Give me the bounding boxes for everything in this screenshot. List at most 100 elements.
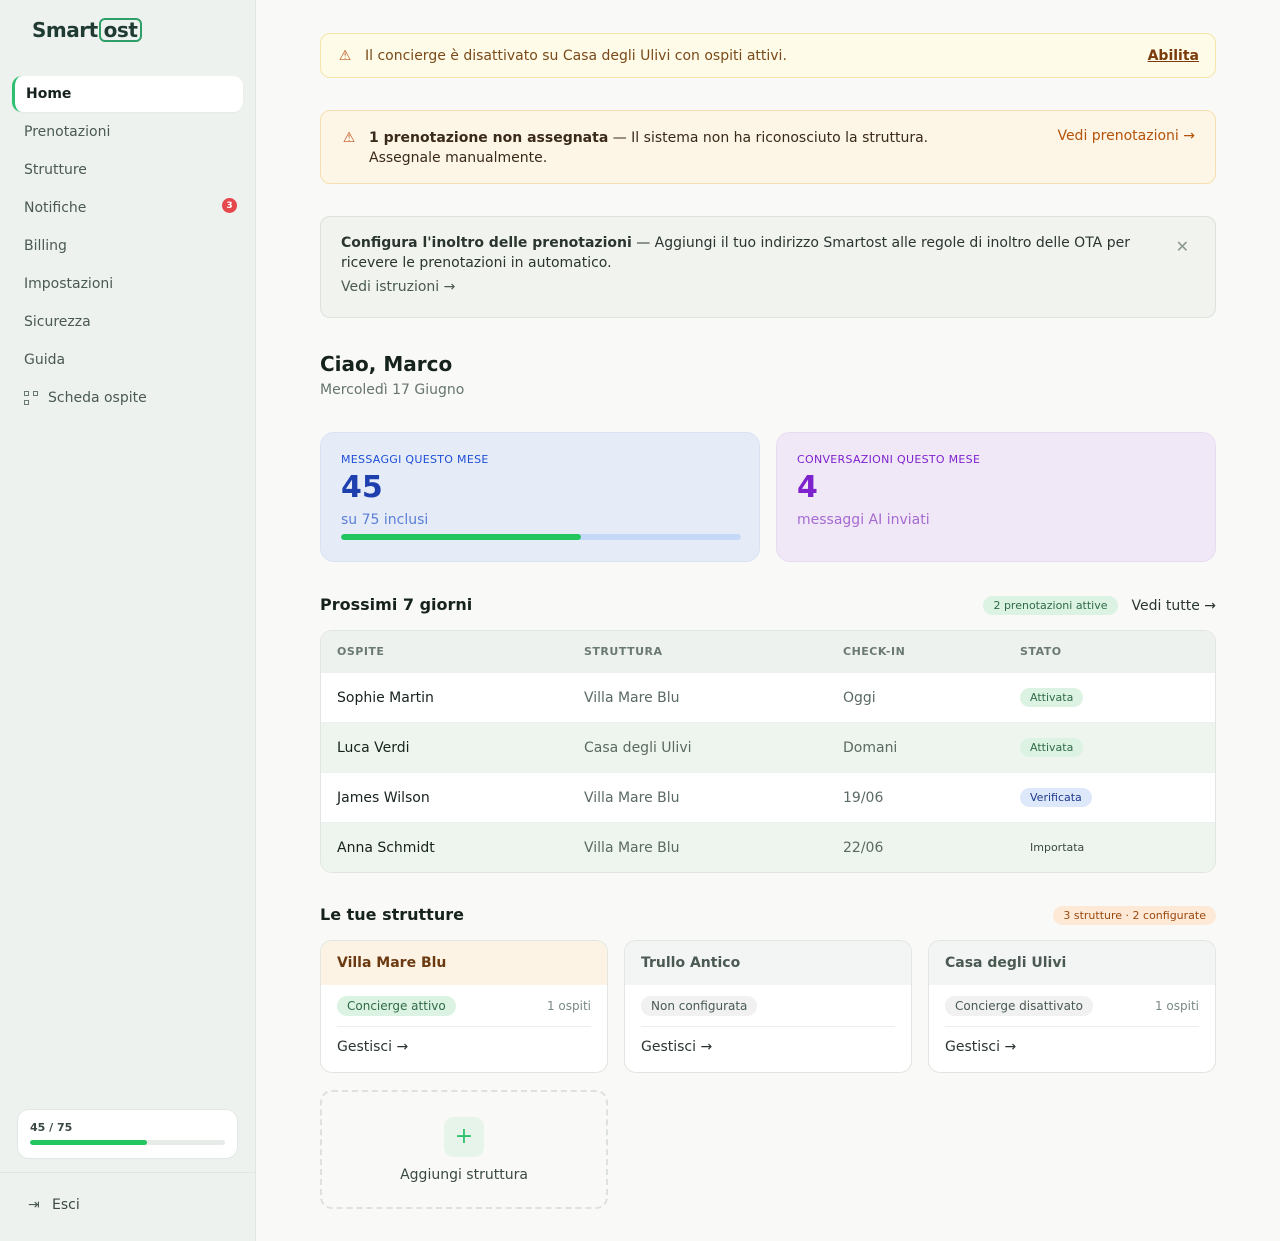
property-card-title: Villa Mare Blu	[321, 941, 607, 985]
view-instructions-link[interactable]: Vedi istruzioni →	[341, 279, 1195, 295]
properties-count-badge: 3 strutture · 2 configurate	[1053, 906, 1216, 925]
usage-meter: 45 / 75	[17, 1109, 238, 1159]
manage-property-link[interactable]: Gestisci →	[321, 1027, 607, 1067]
checkin-date: Domani	[843, 739, 898, 756]
stat-label: CONVERSAZIONI QUESTO MESE	[797, 453, 981, 466]
page-title: Ciao, Marco	[320, 352, 453, 376]
table-row[interactable]: Sophie Martin Villa Mare Blu Oggi Attiva…	[321, 672, 1215, 722]
manage-property-link[interactable]: Gestisci →	[929, 1027, 1215, 1067]
sidebar-item-scheda-ospite[interactable]: Scheda ospite	[12, 380, 243, 416]
property-guests-count: 1 ospiti	[546, 998, 591, 1013]
sidebar-item-label: Billing	[24, 238, 67, 254]
property-card-title: Casa degli Ulivi	[929, 941, 1215, 985]
checkin-date: 22/06	[843, 839, 884, 856]
brand-name: Smart	[32, 18, 98, 42]
property-card[interactable]: Trullo Antico Non configurata Gestisci →	[624, 940, 912, 1073]
warning-icon: ⚠	[342, 130, 356, 146]
sidebar-item-guida[interactable]: Guida	[12, 342, 243, 378]
property-card[interactable]: Casa degli Ulivi Concierge disattivato 1…	[928, 940, 1216, 1073]
warning-icon: ⚠	[338, 47, 352, 64]
property-name: Villa Mare Blu	[584, 689, 680, 706]
table-row[interactable]: Luca Verdi Casa degli Ulivi Domani Attiv…	[321, 722, 1215, 772]
property-guests-count: 1 ospiti	[1154, 998, 1199, 1013]
messages-progress-bar	[341, 534, 741, 540]
sidebar-item-label: Sicurezza	[24, 314, 91, 330]
qr-code-icon	[24, 391, 38, 405]
property-name: Villa Mare Blu	[584, 789, 680, 806]
column-header-checkin: CHECK-IN	[843, 645, 906, 658]
column-header-property: STRUTTURA	[584, 645, 663, 658]
brand-name-suffix: ost	[98, 18, 143, 42]
current-date: Mercoledì 17 Giugno	[320, 382, 465, 398]
property-name: Casa degli Ulivi	[584, 739, 692, 756]
unassigned-alert-bold: 1 prenotazione non assegnata	[369, 130, 609, 146]
sidebar-item-label: Notifiche	[24, 200, 87, 216]
logout-label: Esci	[52, 1197, 80, 1213]
usage-bar-fill	[30, 1140, 147, 1145]
unassigned-alert-text: 1 prenotazione non assegnata — Il sistem…	[369, 128, 929, 168]
property-status-badge: Non configurata	[641, 995, 758, 1016]
see-all-bookings-link[interactable]: Vedi tutte →	[1132, 598, 1216, 614]
status-badge: Attivata	[1020, 688, 1084, 707]
upcoming-header-actions: 2 prenotazioni attive Vedi tutte →	[983, 596, 1216, 615]
sidebar-item-label: Impostazioni	[24, 276, 114, 292]
notification-count-badge: 3	[222, 198, 237, 213]
close-icon[interactable]: ✕	[1176, 237, 1189, 256]
guest-name: Sophie Martin	[337, 689, 434, 706]
sidebar-item-billing[interactable]: Billing	[12, 228, 243, 264]
plus-icon: +	[444, 1116, 484, 1157]
guest-name: Luca Verdi	[337, 739, 410, 756]
sidebar-item-label: Prenotazioni	[24, 124, 111, 140]
sidebar-item-sicurezza[interactable]: Sicurezza	[12, 304, 243, 340]
active-bookings-badge: 2 prenotazioni attive	[983, 596, 1118, 615]
forwarding-alert-bold: Configura l'inoltro delle prenotazioni	[341, 235, 632, 251]
sidebar-item-strutture[interactable]: Strutture	[12, 152, 243, 188]
stat-sub: su 75 inclusi	[341, 512, 429, 528]
checkin-date: Oggi	[843, 689, 876, 706]
brand-logo[interactable]: Smart ost	[32, 18, 143, 42]
stat-label: MESSAGGI QUESTO MESE	[341, 453, 489, 466]
table-header: OSPITE STRUTTURA CHECK-IN STATO	[321, 631, 1215, 672]
sidebar-item-label: Strutture	[24, 162, 87, 178]
property-card-title: Trullo Antico	[625, 941, 911, 985]
manage-property-link[interactable]: Gestisci →	[625, 1027, 911, 1067]
sidebar-item-prenotazioni[interactable]: Prenotazioni	[12, 114, 243, 150]
property-card[interactable]: Villa Mare Blu Concierge attivo 1 ospiti…	[320, 940, 608, 1073]
sidebar-divider	[0, 1172, 255, 1173]
concierge-alert: ⚠ Il concierge è disattivato su Casa deg…	[320, 33, 1216, 78]
checkin-date: 19/06	[843, 789, 884, 806]
sidebar-item-label: Home	[26, 86, 72, 102]
property-status-badge: Concierge disattivato	[945, 995, 1093, 1016]
enable-concierge-link[interactable]: Abilita	[1148, 48, 1199, 64]
guest-name: Anna Schmidt	[337, 839, 435, 856]
column-header-guest: OSPITE	[337, 645, 385, 658]
guest-name: James Wilson	[337, 789, 430, 806]
unassigned-booking-alert: ⚠ 1 prenotazione non assegnata — Il sist…	[320, 110, 1216, 184]
property-name: Villa Mare Blu	[584, 839, 680, 856]
stat-value: 45	[341, 470, 383, 505]
logout-icon: ⇥	[28, 1197, 40, 1213]
sidebar: Smart ost Home Prenotazioni Strutture Not…	[0, 0, 256, 1241]
properties-section-title: Le tue strutture	[320, 905, 464, 924]
messages-stat-card: MESSAGGI QUESTO MESE 45 su 75 inclusi	[320, 432, 760, 562]
logout-button[interactable]: ⇥ Esci	[28, 1197, 80, 1213]
view-bookings-link[interactable]: Vedi prenotazioni →	[1057, 128, 1195, 144]
status-badge: Attivata	[1020, 738, 1084, 757]
sidebar-item-home[interactable]: Home	[12, 76, 243, 112]
usage-bar	[30, 1140, 225, 1145]
property-status-badge: Concierge attivo	[337, 995, 456, 1016]
sidebar-item-label: Guida	[24, 352, 66, 368]
forwarding-setup-alert: Configura l'inoltro delle prenotazioni —…	[320, 216, 1216, 318]
sidebar-item-notifiche[interactable]: Notifiche 3	[12, 190, 243, 226]
conversations-stat-card: CONVERSAZIONI QUESTO MESE 4 messaggi AI …	[776, 432, 1216, 562]
status-badge: Verificata	[1020, 788, 1092, 807]
table-row[interactable]: Anna Schmidt Villa Mare Blu 22/06 Import…	[321, 822, 1215, 872]
sidebar-item-label: Scheda ospite	[48, 390, 147, 406]
table-row[interactable]: James Wilson Villa Mare Blu 19/06 Verifi…	[321, 772, 1215, 822]
sidebar-item-impostazioni[interactable]: Impostazioni	[12, 266, 243, 302]
properties-header-badge-wrap: 3 strutture · 2 configurate	[1053, 906, 1216, 925]
upcoming-bookings-table: OSPITE STRUTTURA CHECK-IN STATO Sophie M…	[320, 630, 1216, 873]
forwarding-alert-text: Configura l'inoltro delle prenotazioni —…	[341, 233, 1161, 273]
add-property-button[interactable]: + Aggiungi struttura	[320, 1090, 608, 1209]
status-badge: Importata	[1030, 841, 1085, 854]
